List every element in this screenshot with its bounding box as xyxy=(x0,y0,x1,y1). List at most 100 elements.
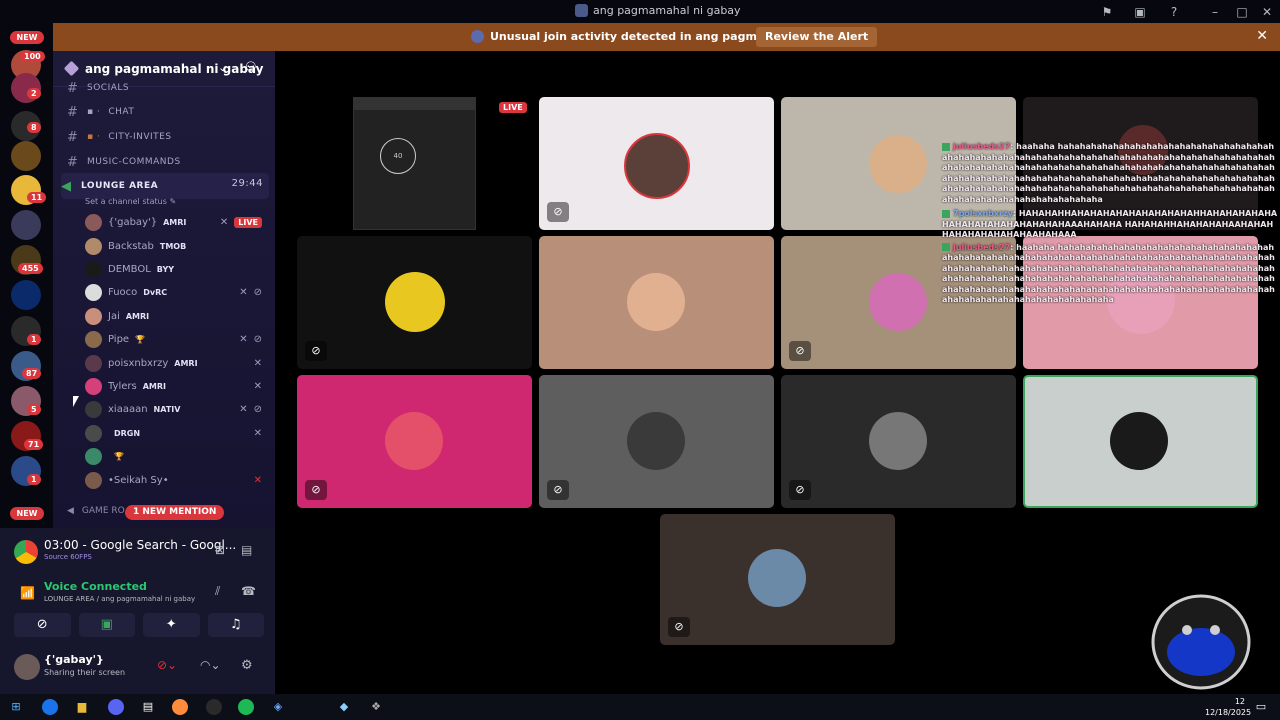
notification-icon[interactable]: ▭ xyxy=(1253,699,1269,715)
voice-user[interactable]: xiaaaan NATIV ✕ ⊘ xyxy=(85,398,270,420)
maximize-button[interactable]: □ xyxy=(1233,3,1251,21)
mic-muted-icon[interactable]: ⊘⌄ xyxy=(157,658,177,672)
app-icon[interactable]: ❖ xyxy=(368,699,384,715)
voice-user[interactable]: Tylers AMRI ✕ xyxy=(85,375,270,397)
signal-icon[interactable]: 📶 xyxy=(20,586,35,600)
channel-lounge-area[interactable]: ◀ LOUNGE AREA 29:44 xyxy=(61,173,269,199)
voice-user[interactable]: DRGN ✕ xyxy=(85,422,270,444)
invite-icon[interactable]: ⚇ xyxy=(245,60,257,75)
guild-name: ang pagmamahal ni gabay xyxy=(85,62,264,76)
mic-off-icon: ⊘ xyxy=(789,341,811,361)
screenshare-tile[interactable]: 40 xyxy=(353,97,476,230)
disconnect-icon[interactable]: ☎ xyxy=(241,584,256,598)
mic-off-icon: ✕ xyxy=(239,286,248,298)
close-banner-icon[interactable]: ✕ xyxy=(1256,28,1268,44)
avatar[interactable] xyxy=(14,654,40,680)
user-area: {'gabay'} Sharing their screen ⊘⌄ ◠⌄ ⚙ xyxy=(14,650,264,686)
mic-off-icon: ✕ xyxy=(239,333,248,345)
voice-user[interactable]: 🏆 xyxy=(85,445,270,467)
files-icon[interactable]: ▤ xyxy=(140,699,156,715)
share-screen-button[interactable]: ▣ xyxy=(78,613,135,637)
app-icon[interactable] xyxy=(172,699,188,715)
video-tile[interactable]: ⊘ xyxy=(539,375,774,508)
avatar xyxy=(869,273,927,331)
app-icon[interactable]: ◈ xyxy=(270,699,286,715)
unread-badge: 87 xyxy=(22,368,42,379)
voice-user[interactable]: poisxnbxrzy AMRI ✕ xyxy=(85,352,270,374)
close-window-button[interactable]: ✕ xyxy=(1258,3,1276,21)
mic-off-icon: ✕ xyxy=(239,403,248,415)
voice-user[interactable]: {'gabay'} AMRI ✕ LIVE xyxy=(85,211,270,233)
voice-location[interactable]: LOUNGE AREA / ang pagmamahal ni gabay xyxy=(44,595,195,603)
channel-timer: 29:44 xyxy=(231,178,263,189)
voice-user[interactable]: Pipe 🏆 ✕ ⊘ xyxy=(85,328,270,350)
pitbull-emblem-logo xyxy=(1151,594,1251,690)
voice-status: Voice Connected xyxy=(44,580,147,593)
app-icon[interactable] xyxy=(206,699,222,715)
video-tile[interactable]: ⊘ xyxy=(539,97,774,230)
stream-settings-icon[interactable]: ▤ xyxy=(241,543,252,557)
minimize-button[interactable]: – xyxy=(1206,3,1224,21)
server-icon[interactable] xyxy=(11,280,41,310)
inbox-icon[interactable]: ⚑ xyxy=(1098,3,1116,21)
server-icon xyxy=(471,30,484,43)
set-channel-status-link[interactable]: Set a channel status ✎ xyxy=(85,197,176,206)
avatar xyxy=(85,424,102,442)
spotify-icon[interactable] xyxy=(238,699,254,715)
channel-socials[interactable]: # SOCIALS xyxy=(67,79,129,97)
camera-off-button[interactable]: ⊘ xyxy=(14,613,71,637)
video-tile[interactable]: ⊘ xyxy=(781,375,1016,508)
chrome-icon[interactable] xyxy=(42,699,58,715)
voice-user[interactable]: Backstab TMOB xyxy=(85,235,270,257)
new-mention-pill[interactable]: 1 NEW MENTION xyxy=(125,505,225,520)
chat-message: 7polsxnbxrzy: HAHAHAHHAHAHAHAHAHAHAHAHAH… xyxy=(942,209,1278,239)
system-clock[interactable]: 12 12/18/2025 xyxy=(1205,696,1251,718)
mic-off-icon: ⊘ xyxy=(547,480,569,500)
deafen-icon: ✕ xyxy=(253,474,262,486)
voice-user[interactable]: Jai AMRI xyxy=(85,305,270,327)
headphones-icon[interactable]: ◠⌄ xyxy=(200,658,221,672)
app-icon[interactable]: ◆ xyxy=(336,699,352,715)
video-tile[interactable]: ⊘ xyxy=(297,236,532,369)
stream-source: Source 60FPS xyxy=(44,553,92,561)
video-tile[interactable]: ⊘ xyxy=(660,514,895,645)
unread-badge: 2 xyxy=(27,88,41,99)
live-badge: LIVE xyxy=(499,102,527,113)
mic-off-icon: ✕ xyxy=(253,427,262,439)
video-tile[interactable]: ⊘ xyxy=(297,375,532,508)
video-tile-speaking[interactable] xyxy=(1023,375,1258,508)
start-icon[interactable]: ⊞ xyxy=(8,699,24,715)
avatar xyxy=(869,412,927,470)
voice-user[interactable]: Fuoco DvRC ✕ ⊘ xyxy=(85,281,270,303)
discord-icon[interactable] xyxy=(108,699,124,715)
channel-chat[interactable]: # ▪ · CHAT xyxy=(67,103,134,121)
activities-button[interactable]: ✦ xyxy=(143,613,200,637)
server-icon[interactable] xyxy=(11,141,41,171)
video-tile[interactable] xyxy=(539,236,774,369)
voice-actions: ⊘ ▣ ✦ ♫ xyxy=(14,613,264,637)
channel-city-invites[interactable]: # ▪ · CITY-INVITES xyxy=(67,128,172,146)
avatar xyxy=(85,260,102,278)
server-icon xyxy=(575,4,588,17)
voice-user[interactable]: DEMBOL BYY xyxy=(85,258,270,280)
review-alert-button[interactable]: Review the Alert xyxy=(756,27,878,47)
help-icon[interactable]: ? xyxy=(1165,3,1183,21)
channel-sidebar: ang pagmamahal ni gabay ⌄ ⚇ # SOCIALS # ▪ … xyxy=(53,51,275,528)
stream-info: 03:00 - Google Search - Googl... Source … xyxy=(14,538,264,566)
channel-music-commands[interactable]: # MUSIC-COMMANDS xyxy=(67,153,181,171)
avatar xyxy=(85,307,102,325)
noise-suppression-icon[interactable]: ⫽ xyxy=(215,584,220,599)
unread-badge: 71 xyxy=(24,439,44,450)
stop-stream-icon[interactable]: ⊠ xyxy=(215,543,225,557)
soundboard-button[interactable]: ♫ xyxy=(207,613,264,637)
alert-banner: Unusual join activity detected in ang pa… xyxy=(53,23,1280,51)
hash-icon: # xyxy=(67,154,79,170)
channel-game-room[interactable]: ◀ GAME RO xyxy=(67,506,125,516)
voice-user[interactable]: •Seikah Sy• ✕ xyxy=(85,469,270,491)
new-badge: NEW xyxy=(10,31,44,44)
gear-icon[interactable]: ⚙ xyxy=(241,658,253,673)
folder-icon[interactable]: ▆ xyxy=(74,699,90,715)
screen-icon[interactable]: ▣ xyxy=(1131,3,1149,21)
hash-icon: # xyxy=(67,129,79,145)
server-icon[interactable] xyxy=(11,210,41,240)
